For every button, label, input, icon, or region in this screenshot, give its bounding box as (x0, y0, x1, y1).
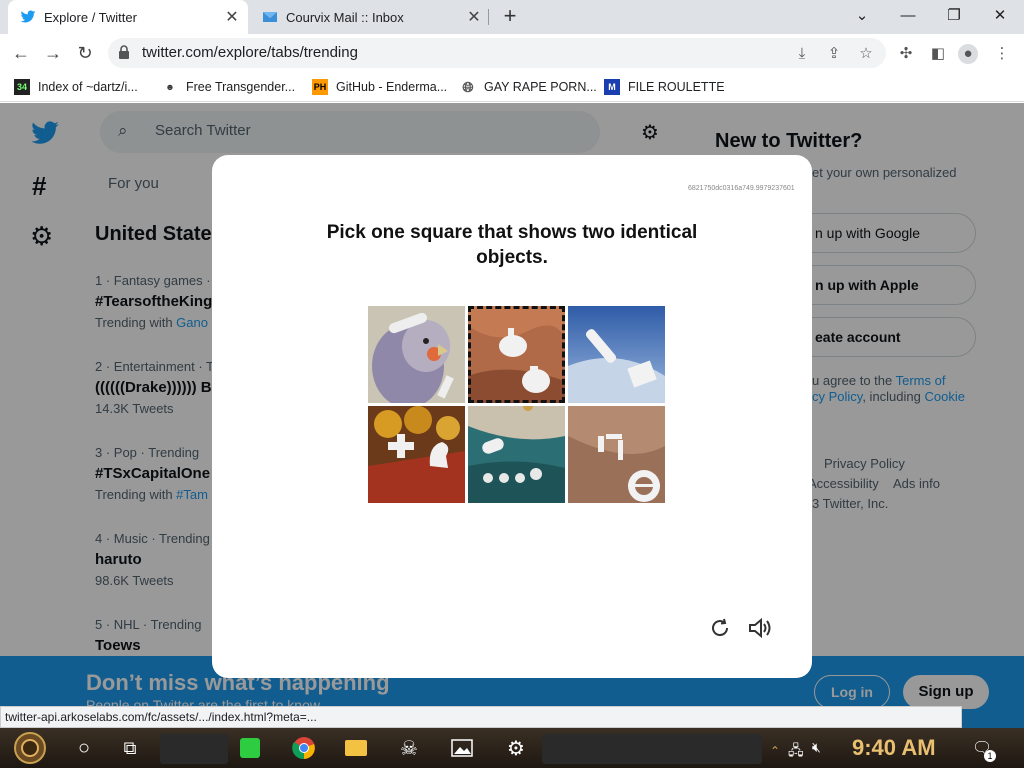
cortana-icon[interactable]: ○ (68, 732, 100, 764)
captcha-tile[interactable] (468, 406, 565, 503)
chrome-menu-icon[interactable]: ⋮ (992, 44, 1012, 64)
close-tab-icon[interactable]: ✕ (464, 7, 484, 27)
captcha-tile[interactable] (568, 406, 665, 503)
tray-overflow-icon[interactable]: ⌃ (770, 744, 780, 758)
bookmark-label: Index of ~dartz/i... (38, 80, 138, 94)
bookmark-item[interactable]: 34 Index of ~dartz/i... (14, 78, 138, 96)
lock-icon[interactable] (118, 45, 130, 59)
bookmark-item[interactable]: M FILE ROULETTE (604, 78, 725, 96)
captcha-tile-grid (368, 306, 666, 504)
globe-icon: 🌐︎ (462, 78, 474, 95)
close-tab-icon[interactable]: ✕ (222, 7, 242, 27)
volume-muted-icon[interactable]: 🔇︎ (812, 739, 821, 756)
terminal-icon: 34 (14, 79, 30, 95)
captcha-tile[interactable] (568, 306, 665, 403)
captcha-tile[interactable] (368, 406, 465, 503)
extensions-icon[interactable]: ✣ (896, 44, 916, 64)
reload-captcha-icon[interactable] (708, 616, 732, 640)
captcha-prompt: Pick one square that shows two identical… (326, 222, 698, 268)
restore-button[interactable]: ❐ (942, 4, 966, 28)
side-panel-icon[interactable]: ◧ (928, 44, 948, 64)
minimize-button[interactable]: — (896, 4, 920, 28)
notification-count-badge: 1 (984, 750, 996, 762)
twitter-bird-icon (20, 9, 36, 25)
skull-icon: ☻ (165, 82, 175, 92)
bookmark-label: GAY RAPE PORN... (484, 80, 597, 94)
reload-button[interactable]: ↻ (72, 40, 98, 66)
back-button[interactable]: ← (8, 40, 34, 66)
network-icon[interactable]: 🖧︎ (788, 740, 804, 764)
skull-app-icon[interactable]: ☠ (393, 732, 425, 764)
new-tab-button[interactable]: + (498, 5, 522, 29)
file-roulette-icon: M (604, 79, 620, 95)
start-button[interactable] (14, 732, 46, 764)
tab-courvix-mail[interactable]: Courvix Mail :: Inbox ✕ (250, 0, 490, 34)
tab-title: Courvix Mail :: Inbox (286, 9, 404, 25)
profile-avatar-icon[interactable]: ● (958, 44, 978, 64)
bookmark-label: Free Transgender... (186, 80, 296, 94)
file-explorer-icon[interactable] (340, 732, 372, 764)
search-taskbar-box[interactable] (160, 734, 228, 764)
captcha-tile[interactable] (368, 306, 465, 403)
install-app-icon[interactable]: ⤓ (792, 44, 812, 64)
captcha-session-id: 6821750dc0316a749.9979237601 (688, 185, 795, 192)
bookmark-item[interactable]: ☻ Free Transgender... (162, 78, 295, 96)
tab-divider (488, 9, 489, 25)
task-view-icon[interactable]: ⧉ (114, 732, 146, 764)
notes-app-icon[interactable] (234, 732, 266, 764)
taskbar-blank-area (542, 734, 762, 764)
bookmark-star-icon[interactable]: ☆ (856, 44, 876, 64)
forward-button[interactable]: → (40, 40, 66, 66)
bookmark-label: GitHub - Enderma... (336, 80, 448, 94)
clock[interactable]: 9:40 AM (852, 735, 936, 761)
captcha-tile[interactable] (468, 306, 565, 403)
tab-search-icon[interactable]: ⌄ (850, 4, 874, 28)
tab-title: Explore / Twitter (44, 9, 137, 25)
settings-app-icon[interactable]: ⚙ (500, 732, 532, 764)
photos-app-icon[interactable] (446, 732, 478, 764)
audio-captcha-icon[interactable] (746, 616, 774, 640)
tab-explore-twitter[interactable]: Explore / Twitter ✕ (8, 0, 248, 34)
status-url-bubble: twitter-api.arkoselabs.com/fc/assets/...… (0, 706, 962, 728)
bookmark-item[interactable]: 🌐︎ GAY RAPE PORN... (460, 78, 597, 96)
mail-icon (262, 9, 278, 25)
url-text: twitter.com/explore/tabs/trending (142, 44, 358, 61)
close-window-button[interactable]: ✕ (988, 4, 1012, 28)
chrome-app-icon[interactable] (288, 732, 320, 764)
bookmark-label: FILE ROULETTE (628, 80, 725, 94)
bookmark-item[interactable]: PH GitHub - Enderma... (312, 78, 447, 96)
share-icon[interactable]: ⇪ (824, 44, 844, 64)
ph-icon: PH (312, 79, 328, 95)
